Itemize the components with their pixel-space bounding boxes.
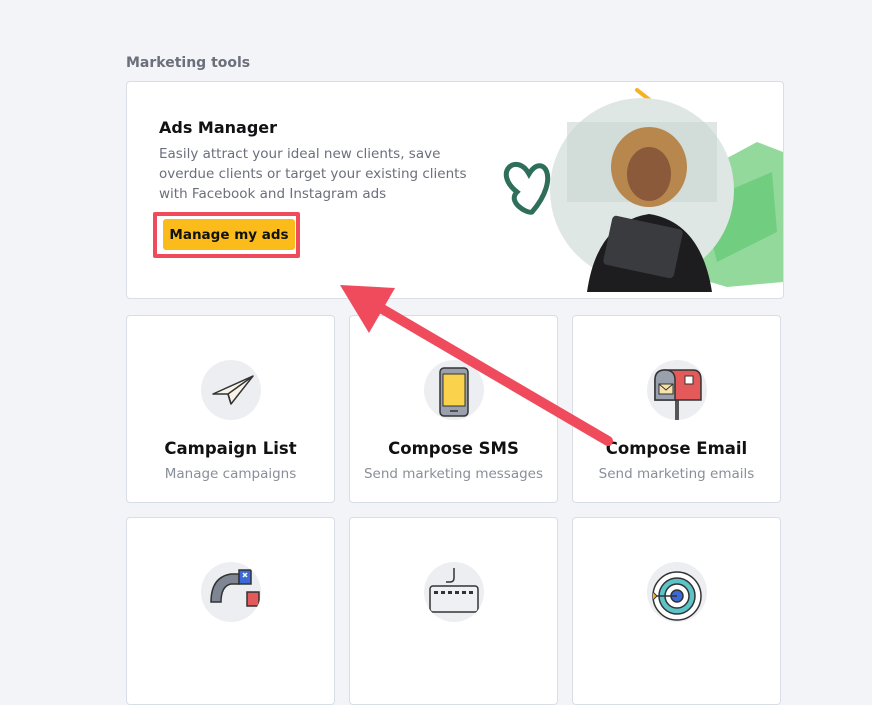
ads-manager-title: Ads Manager — [159, 118, 278, 137]
tile-row2-1[interactable] — [126, 517, 335, 705]
manage-my-ads-button[interactable]: Manage my ads — [163, 219, 295, 250]
tile-subtitle: Manage campaigns — [164, 466, 297, 482]
ads-illustration — [503, 88, 783, 292]
paper-plane-icon — [201, 360, 261, 420]
tile-row2-2[interactable] — [349, 517, 558, 705]
tile-subtitle: Send marketing emails — [598, 466, 755, 482]
ads-manager-description: Easily attract your ideal new clients, s… — [159, 146, 467, 202]
section-title: Marketing tools — [126, 55, 251, 71]
tile-title: Compose SMS — [388, 439, 519, 458]
tile-title: Campaign List — [164, 439, 297, 458]
phone-icon — [424, 360, 484, 420]
tile-title: Compose Email — [605, 439, 748, 458]
tile-row2-3[interactable] — [572, 517, 781, 705]
tile-subtitle: Send marketing messages — [363, 466, 544, 482]
compose-sms-tile[interactable]: Compose SMS Send marketing messages — [349, 315, 558, 503]
keyboard-icon — [424, 562, 484, 622]
compose-email-tile[interactable]: Compose Email Send marketing emails — [572, 315, 781, 503]
magnet-icon — [201, 562, 261, 622]
target-icon — [647, 562, 707, 622]
ads-manager-card: Ads Manager Easily attract your ideal ne… — [126, 81, 784, 299]
mailbox-icon — [647, 360, 707, 420]
campaign-list-tile[interactable]: Campaign List Manage campaigns — [126, 315, 335, 503]
